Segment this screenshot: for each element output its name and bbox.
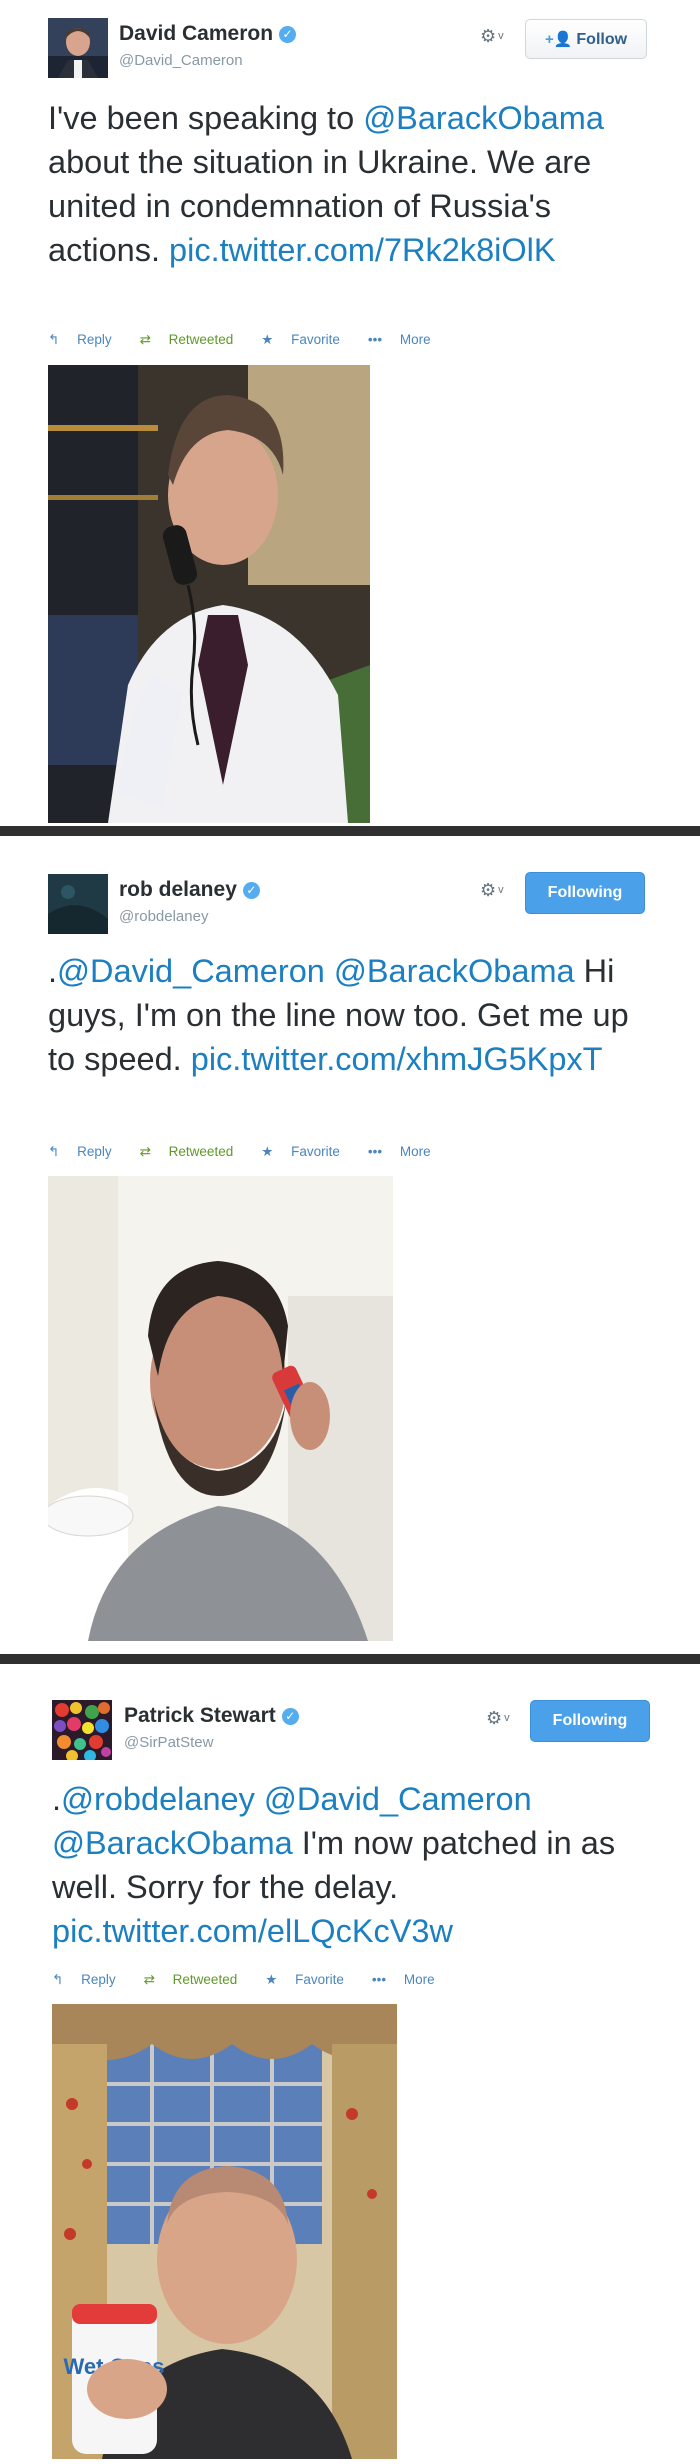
retweet-action[interactable]: ⇄ Retweeted <box>144 1972 252 1987</box>
text-segment <box>255 1781 264 1817</box>
retweet-label: Retweeted <box>168 332 234 347</box>
retweet-action[interactable]: ⇄ Retweeted <box>140 332 248 347</box>
verified-badge-icon: ✓ <box>279 26 297 43</box>
pic-link[interactable]: pic.twitter.com/xhmJG5KpxT <box>191 1041 603 1077</box>
avatar[interactable] <box>48 18 108 78</box>
pic-link[interactable]: pic.twitter.com/elLQcKcV3w <box>52 1913 453 1949</box>
tweet-text: .@robdelaney @David_Cameron @BarackObama… <box>52 1777 657 1953</box>
reply-action[interactable]: ↰ Reply <box>52 1972 130 1987</box>
gear-icon[interactable]: ⚙ v <box>480 880 504 901</box>
favorite-action[interactable]: ★ Favorite <box>265 1972 358 1987</box>
more-dots-icon: ••• <box>367 1144 383 1159</box>
tweet-text: I've been speaking to @BarackObama about… <box>48 96 648 272</box>
favorite-action[interactable]: ★ Favorite <box>261 332 354 347</box>
favorite-label: Favorite <box>295 1972 344 1987</box>
reply-icon: ↰ <box>48 1144 60 1159</box>
favorite-label: Favorite <box>291 332 340 347</box>
tweet-text: .@David_Cameron @BarackObama Hi guys, I'… <box>48 949 658 1081</box>
mention-link[interactable]: @BarackObama <box>334 953 575 989</box>
mention-link[interactable]: @BarackObama <box>52 1825 293 1861</box>
avatar[interactable] <box>52 1700 112 1760</box>
more-label: More <box>403 1972 435 1987</box>
star-icon: ★ <box>261 332 274 347</box>
divider <box>0 1654 700 1664</box>
reply-icon: ↰ <box>48 332 60 347</box>
more-label: More <box>399 332 431 347</box>
following-button[interactable]: Following <box>530 1700 650 1742</box>
divider <box>0 826 700 836</box>
reply-label: Reply <box>77 332 112 347</box>
display-name[interactable]: rob delaney ✓ <box>119 878 260 902</box>
more-label: More <box>399 1144 431 1159</box>
verified-badge-icon: ✓ <box>242 882 260 899</box>
display-name[interactable]: Patrick Stewart ✓ <box>124 1704 299 1728</box>
more-action[interactable]: ••• More <box>372 1972 449 1987</box>
tweet-actions: ↰ Reply ⇄ Retweeted ★ Favorite ••• More <box>48 1144 459 1160</box>
pic-link[interactable]: pic.twitter.com/7Rk2k8iOlK <box>169 232 556 268</box>
text-segment: I've been speaking to <box>48 100 364 136</box>
tweet-photo[interactable]: Wet Ones <box>52 2004 397 2459</box>
user-handle[interactable]: @SirPatStew <box>124 1734 213 1751</box>
gear-icon[interactable]: ⚙ v <box>486 1708 510 1729</box>
tweet-card: David Cameron ✓ @David_Cameron ⚙ v +👤 Follo… <box>0 0 700 826</box>
retweet-icon: ⇄ <box>143 1972 155 1987</box>
text-segment <box>325 953 334 989</box>
tweet-photo[interactable] <box>48 1176 393 1641</box>
avatar[interactable] <box>48 874 108 934</box>
retweet-icon: ⇄ <box>139 332 151 347</box>
more-dots-icon: ••• <box>367 332 383 347</box>
user-handle[interactable]: @David_Cameron <box>119 52 243 69</box>
user-handle[interactable]: @robdelaney <box>119 908 208 925</box>
reply-label: Reply <box>81 1972 116 1987</box>
follow-label: Follow <box>576 31 628 48</box>
mention-link[interactable]: @BarackObama <box>363 100 604 136</box>
tweet-card: rob delaney ✓ @robdelaney ⚙ v Following .@… <box>0 836 700 1654</box>
retweet-label: Retweeted <box>172 1972 238 1987</box>
reply-action[interactable]: ↰ Reply <box>48 332 126 347</box>
star-icon: ★ <box>261 1144 274 1159</box>
tweet-actions: ↰ Reply ⇄ Retweeted ★ Favorite ••• More <box>52 1972 463 1988</box>
display-name[interactable]: David Cameron ✓ <box>119 22 297 46</box>
add-user-icon: +👤 <box>544 31 573 48</box>
follow-button[interactable]: +👤 Follow <box>525 19 647 59</box>
more-action[interactable]: ••• More <box>368 1144 445 1159</box>
tweet-card: Patrick Stewart ✓ @SirPatStew ⚙ v Followin… <box>0 1664 700 2464</box>
text-segment: . <box>52 1781 62 1817</box>
favorite-label: Favorite <box>291 1144 340 1159</box>
more-dots-icon: ••• <box>371 1972 387 1987</box>
gear-icon[interactable]: ⚙ v <box>480 26 504 47</box>
retweet-label: Retweeted <box>168 1144 234 1159</box>
star-icon: ★ <box>265 1972 278 1987</box>
reply-label: Reply <box>77 1144 112 1159</box>
display-name-text: rob delaney <box>119 878 237 901</box>
tweet-actions: ↰ Reply ⇄ Retweeted ★ Favorite ••• More <box>48 332 459 348</box>
text-segment: . <box>48 953 58 989</box>
favorite-action[interactable]: ★ Favorite <box>261 1144 354 1159</box>
retweet-action[interactable]: ⇄ Retweeted <box>140 1144 248 1159</box>
mention-link[interactable]: @David_Cameron <box>264 1781 532 1817</box>
display-name-text: Patrick Stewart <box>124 1704 276 1727</box>
tweet-photo[interactable] <box>48 365 370 823</box>
more-action[interactable]: ••• More <box>368 332 445 347</box>
reply-icon: ↰ <box>52 1972 64 1987</box>
reply-action[interactable]: ↰ Reply <box>48 1144 126 1159</box>
retweet-icon: ⇄ <box>139 1144 151 1159</box>
verified-badge-icon: ✓ <box>281 1708 299 1725</box>
mention-link[interactable]: @robdelaney <box>61 1781 255 1817</box>
display-name-text: David Cameron <box>119 22 274 45</box>
following-button[interactable]: Following <box>525 872 645 914</box>
mention-link[interactable]: @David_Cameron <box>57 953 325 989</box>
